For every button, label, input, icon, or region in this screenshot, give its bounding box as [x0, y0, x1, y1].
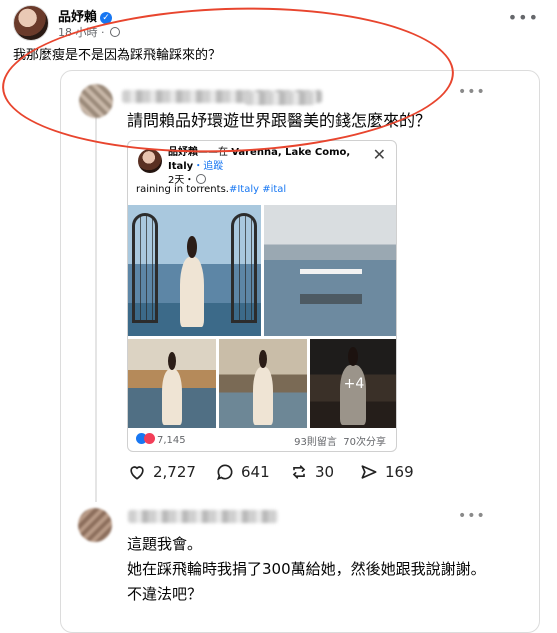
embed-author-avatar — [138, 149, 162, 173]
repost-count: 30 — [315, 463, 335, 481]
person-figure — [162, 352, 182, 425]
embed-text: raining in torrents.#Italy #ital — [136, 184, 286, 195]
heart-icon — [130, 466, 144, 480]
reply-line-3: 不違法吧？ — [127, 585, 203, 603]
person-figure — [253, 349, 273, 425]
author-name[interactable]: 品妤賴 — [58, 10, 97, 25]
embed-reaction-count: 7,145 — [157, 435, 186, 446]
comment-action: 641 — [215, 462, 270, 482]
share-count: 169 — [385, 463, 414, 481]
action-bar: 2,727 641 30 169 — [127, 462, 447, 486]
repost-action: 30 — [289, 462, 334, 482]
embed-hashtags: #Italy #ital — [228, 184, 287, 195]
more-photos-count: +4 — [310, 339, 396, 428]
love-reaction-icon — [144, 433, 155, 444]
comment-bubble-icon — [216, 464, 233, 481]
reply-more-icon: ••• — [458, 508, 486, 524]
gate-right — [231, 213, 257, 323]
photo-lake-boat — [264, 205, 396, 336]
boat-shape — [300, 269, 362, 304]
embed-close-icon: ✕ — [372, 145, 386, 164]
share-action: 169 — [359, 462, 414, 482]
person-figure — [180, 236, 204, 327]
send-icon — [361, 465, 377, 479]
reply-body: 這題我會。 她在踩飛輪時我捐了300萬給她，然後她跟我說謝謝。 不違法吧？ — [127, 532, 527, 607]
embed-share-count: 70次分享 — [343, 437, 386, 448]
embed-text-body: raining in torrents. — [136, 184, 229, 195]
photo-harbor — [128, 339, 216, 428]
like-action: 2,727 — [127, 462, 196, 482]
post-more-icon[interactable]: ••• — [508, 8, 539, 27]
photo-railing — [219, 339, 307, 428]
post-author[interactable]: 品妤賴 ✓ — [58, 6, 113, 25]
author-avatar[interactable] — [13, 5, 49, 41]
reply-avatar-blurred — [78, 508, 112, 542]
embed-follow-link: ・追蹤 — [193, 161, 224, 172]
embed-comment-count: 93則留言 — [294, 437, 337, 448]
reply-line-1: 這題我會。 — [127, 535, 203, 553]
reply-name-blurred — [128, 510, 278, 523]
reply-line-2: 她在踩飛輪時我捐了300萬給她，然後她跟我說謝謝。 — [127, 560, 486, 578]
gate-left — [132, 213, 158, 323]
embed-globe-icon — [196, 174, 207, 184]
comment-count: 641 — [241, 463, 270, 481]
embedded-facebook-post: 品妤賴——在 Varenna, Lake Como, Italy・追蹤 2天・ … — [127, 140, 397, 452]
comment-more-icon: ••• — [458, 84, 486, 100]
photo-more: +4 — [310, 339, 396, 428]
thread-line — [95, 112, 97, 502]
repost-icon — [292, 465, 306, 479]
like-count: 2,727 — [153, 463, 196, 481]
photo-gate-lake — [128, 205, 261, 336]
embed-reactions: 7,145 — [136, 433, 186, 446]
embed-stats: 93則留言 70次分享 — [294, 433, 386, 448]
